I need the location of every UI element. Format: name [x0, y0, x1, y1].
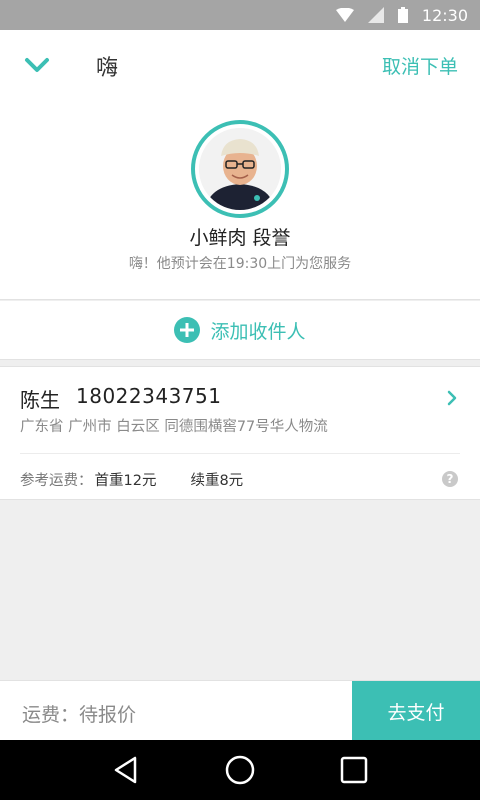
- chevron-right-icon[interactable]: [446, 389, 458, 407]
- recipient-address: 广东省 广州市 白云区 同德围横窖77号华人物流: [20, 419, 328, 435]
- plus-circle-icon: [174, 317, 201, 343]
- divider: [20, 453, 460, 454]
- recipient-card: 陈生 18022343751 广东省 广州市 白云区 同德围横窖77号华人物流 …: [0, 366, 480, 500]
- avatar-ring: [191, 120, 289, 218]
- avatar-portrait-icon: [199, 128, 281, 210]
- recipient-name: 陈生: [20, 388, 60, 412]
- home-circle-icon[interactable]: [224, 754, 256, 786]
- add-recipient-button[interactable]: 添加收件人: [0, 301, 480, 360]
- wifi-icon: [335, 8, 354, 22]
- pay-button[interactable]: 去支付: [352, 681, 480, 741]
- page-title: 嗨: [96, 56, 119, 81]
- status-bar: 12:30: [0, 0, 480, 30]
- signal-icon: [367, 7, 384, 23]
- bottom-bar: 运费：待报价 去支付: [0, 680, 480, 741]
- battery-icon: [397, 7, 408, 23]
- courier-avatar: [199, 128, 281, 210]
- continued-weight-fee: 续重8元: [190, 473, 244, 489]
- courier-eta-message: 嗨！他预计会在19:30上门为您服务: [128, 256, 352, 272]
- shipping-fee-status: 运费：待报价: [22, 704, 137, 726]
- recents-square-icon[interactable]: [339, 755, 369, 785]
- status-time: 12:30: [421, 5, 468, 25]
- chevron-down-icon[interactable]: [24, 55, 50, 75]
- reference-fee-row: 参考运费： 首重12元 续重8元: [20, 469, 243, 490]
- recipient-phone: 18022343751: [76, 384, 222, 408]
- courier-name: 小鲜肉 段誉: [189, 227, 291, 249]
- back-triangle-icon[interactable]: [111, 755, 141, 785]
- fee-label: 参考运费：: [20, 473, 93, 489]
- first-weight-fee: 首重12元: [94, 473, 157, 489]
- cancel-order-button[interactable]: 取消下单: [382, 52, 458, 79]
- courier-profile: 小鲜肉 段誉 嗨！他预计会在19:30上门为您服务: [0, 100, 480, 300]
- header: 嗨 取消下单: [0, 30, 480, 100]
- system-nav-bar: [0, 740, 480, 800]
- recipient-info[interactable]: 陈生 18022343751 广东省 广州市 白云区 同德围横窖77号华人物流: [0, 367, 480, 453]
- add-recipient-label: 添加收件人: [210, 320, 306, 343]
- question-icon[interactable]: ?: [442, 471, 458, 487]
